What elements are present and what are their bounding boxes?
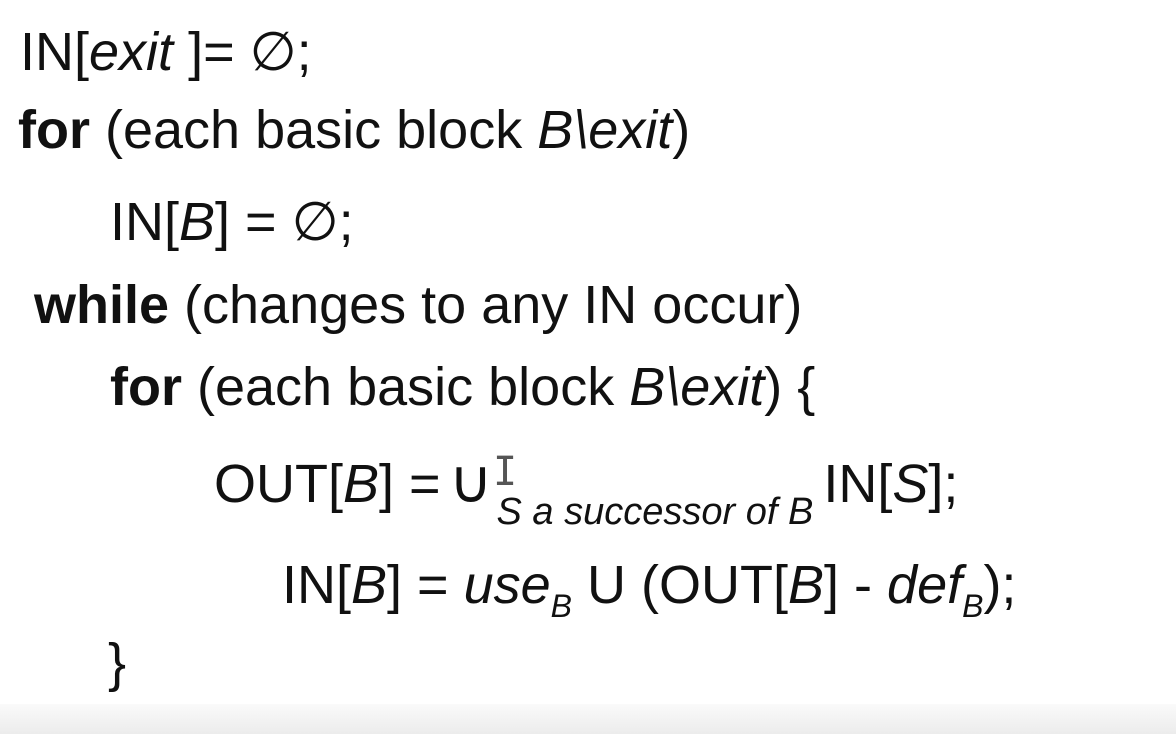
out-b-eq: ] = [379,454,441,514]
in-s-suffix: ]; [928,454,959,514]
in-exit-prefix: IN[ [20,22,90,82]
in-b-update-prefix: IN[ [282,555,352,615]
closing-brace: } [108,633,127,693]
line-out-b: OUT[B] = ∪ S a successor of B IN[S]; [214,447,959,531]
slide: IN[exit ]= ∅; for (each basic block B\ex… [0,0,1176,734]
for-keyword: for [18,100,90,160]
union-out-text: U (OUT[ [572,555,788,615]
for-loop-open: ) { [764,357,816,417]
text-cursor-icon: I [493,449,518,495]
line-for-init: for (each basic block B\exit) [18,103,690,157]
out-b-inner-variable: B [788,555,825,615]
block-set-inner: B\exit [629,357,765,417]
exit-variable: exit [89,22,174,82]
while-condition: (changes to any IN occur) [169,275,803,335]
s-variable: S [892,454,929,514]
bottom-strip [0,704,1176,734]
in-b-prefix: IN[ [110,192,180,252]
for-keyword-inner: for [110,357,182,417]
line-in-b-init: IN[B] = ∅; [110,195,354,249]
def-term: def [887,555,963,615]
use-subscript: B [550,588,573,624]
block-set: B\exit [537,100,673,160]
in-exit-suffix: ]= ∅; [173,22,312,82]
in-b-update-eq: ] = [387,555,464,615]
for-loop-text: (each basic block [181,357,630,417]
line-while: while (changes to any IN occur) [34,278,802,332]
in-b-update-variable: B [351,555,388,615]
in-b-suffix: ] = ∅; [215,192,354,252]
for-init-close: ) [672,100,691,160]
use-term: use [463,555,551,615]
line-close-brace: } [108,636,126,690]
for-init-text: (each basic block [89,100,538,160]
in-s-prefix: IN[ [823,454,893,514]
union-symbol: ∪ [448,447,493,517]
def-subscript: B [962,588,984,624]
minus-text: ] - [824,555,888,615]
while-keyword: while [34,275,170,335]
out-b-prefix: OUT[ [214,454,343,514]
union-subscript: S a successor of B [496,491,814,533]
in-b-update-close: ); [983,555,1017,615]
out-b-variable: B [343,454,380,514]
b-variable: B [179,192,216,252]
line-for-loop: for (each basic block B\exit) { [110,360,815,414]
line-in-b-update: IN[B] = useB U (OUT[B] - defB); [282,555,1017,622]
line-in-exit: IN[exit ]= ∅; [20,25,312,79]
